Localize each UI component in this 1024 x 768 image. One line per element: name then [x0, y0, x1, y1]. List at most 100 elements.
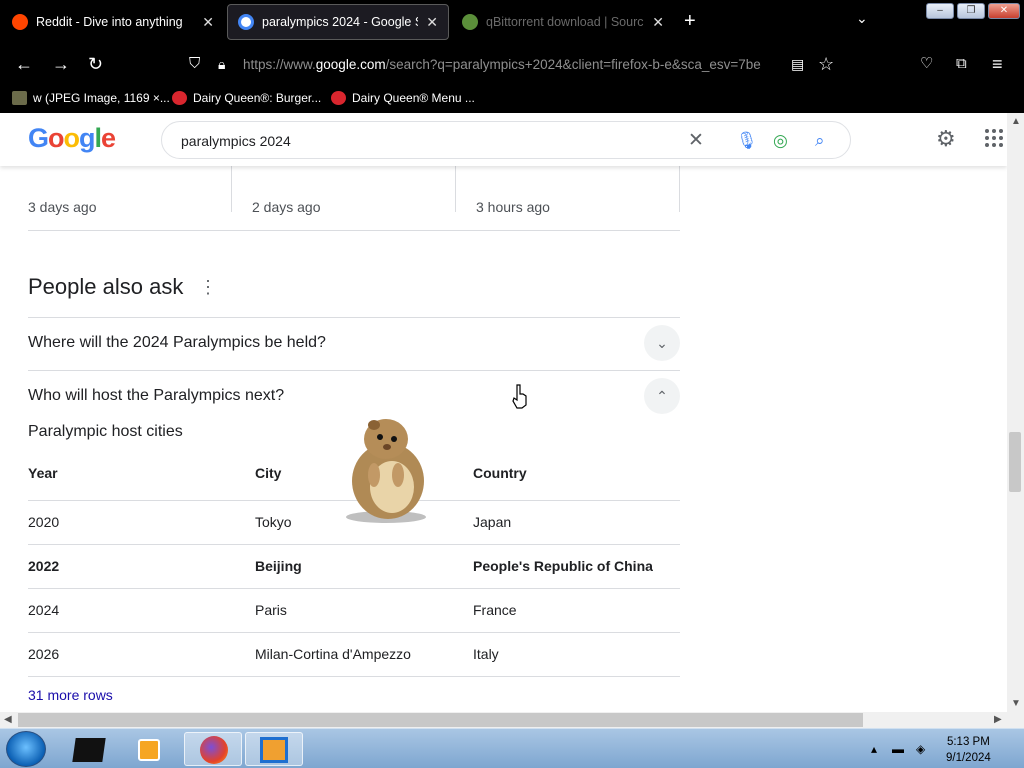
close-tab-icon[interactable]: ✕ [426, 14, 438, 31]
taskbar-app[interactable] [120, 732, 178, 766]
scroll-down-icon[interactable]: ▼ [1011, 698, 1021, 709]
tab-strip: Reddit - Dive into anything ✕ paralympic… [0, 0, 1024, 44]
cell-city: Paris [255, 602, 287, 618]
table-header-year: Year [28, 465, 58, 481]
url-path: /search?q=paralympics+2024&client=firefo… [385, 57, 761, 72]
paa-question[interactable]: Who will host the Paralympics next? [28, 387, 284, 405]
dairy-queen-icon [172, 91, 187, 105]
close-tab-icon[interactable]: ✕ [652, 14, 664, 31]
settings-gear-icon[interactable]: ⚙ [936, 126, 956, 152]
taskbar-app[interactable] [60, 732, 118, 766]
table-header-city: City [255, 465, 282, 481]
hand-cursor-icon [512, 384, 527, 409]
scroll-left-icon[interactable]: ◀ [4, 714, 12, 725]
paa-question[interactable]: Where will the 2024 Paralympics be held? [28, 334, 326, 352]
tab-reddit[interactable]: Reddit - Dive into anything ✕ [2, 4, 224, 40]
cell-country: Japan [473, 514, 512, 530]
logo-letter: o [63, 123, 80, 153]
menu-icon[interactable]: ≡ [992, 54, 1003, 74]
dairy-queen-icon [331, 91, 346, 105]
more-options-icon[interactable]: ⋮ [199, 277, 217, 298]
google-header: Google paralympics 2024 ✕ 🎙︎ ◎ ⌕ ⚙ [0, 113, 1007, 166]
logo-letter: o [48, 123, 64, 153]
show-hidden-icons-icon[interactable]: ▴ [871, 742, 877, 756]
cell-year: 2026 [28, 646, 60, 662]
bookmark-item[interactable]: Dairy Queen®: Burger... [172, 91, 321, 105]
scroll-right-icon[interactable]: ▶ [994, 714, 1002, 725]
terminal-app-icon [72, 738, 106, 762]
taskbar-app-firefox[interactable] [184, 732, 242, 766]
network-icon[interactable]: ◈ [916, 742, 925, 756]
divider [28, 588, 680, 589]
vertical-scroll-thumb[interactable] [1009, 432, 1021, 492]
logo-letter: e [101, 123, 116, 153]
divider [455, 166, 456, 212]
tab-title: qBittorrent download | SourceForge.net [486, 15, 644, 29]
window-app-icon [260, 737, 288, 763]
news-timestamp: 3 days ago [28, 199, 97, 215]
cell-year: 2022 [28, 558, 60, 574]
voice-search-icon[interactable]: 🎙︎ [736, 131, 758, 151]
google-logo[interactable]: Google [28, 123, 116, 154]
google-apps-icon[interactable] [985, 129, 1003, 147]
cell-country: Italy [473, 646, 499, 662]
start-button-icon[interactable] [6, 731, 46, 767]
chevron-up-icon[interactable]: ⌃ [644, 378, 680, 414]
lens-search-icon[interactable]: ◎ [773, 131, 788, 151]
display-icon[interactable]: ▬ [892, 742, 904, 756]
cell-year: 2024 [28, 602, 60, 618]
cell-city: Beijing [255, 558, 302, 574]
restore-icon[interactable]: ❐ [957, 3, 985, 19]
clear-search-icon[interactable]: ✕ [688, 131, 704, 151]
address-bar[interactable]: https://www.google.com/search?q=paralymp… [243, 57, 781, 72]
system-clock[interactable]: 5:13 PM 9/1/2024 [946, 734, 991, 766]
lock-icon[interactable]: 🔒︎ [218, 54, 225, 74]
search-input[interactable]: paralympics 2024 [181, 133, 291, 149]
divider [231, 166, 232, 212]
vertical-scrollbar[interactable] [1007, 113, 1024, 712]
search-box[interactable]: paralympics 2024 ✕ 🎙︎ ◎ ⌕ [161, 121, 851, 159]
horizontal-scroll-thumb[interactable] [18, 713, 863, 727]
logo-letter: g [79, 123, 95, 153]
bookmark-item[interactable]: w (JPEG Image, 1169 ×... [12, 91, 170, 105]
extensions-icon[interactable]: ⧉ [956, 54, 967, 74]
forward-icon[interactable]: → [52, 54, 70, 74]
logo-letter: G [28, 123, 49, 153]
cell-city: Milan-Cortina d'Ampezzo [255, 646, 411, 662]
bookmark-star-icon[interactable]: ☆ [818, 54, 834, 74]
new-tab-icon[interactable]: + [684, 10, 696, 33]
cell-country: France [473, 602, 517, 618]
bookmark-item[interactable]: Dairy Queen® Menu ... [331, 91, 475, 105]
tab-google-search[interactable]: paralympics 2024 - Google Search ✕ [227, 4, 449, 40]
taskbar-app[interactable] [245, 732, 303, 766]
pocket-icon[interactable]: ♡ [920, 54, 933, 74]
tab-sourceforge[interactable]: qBittorrent download | SourceForge.net ✕ [452, 4, 674, 40]
media-player-icon [138, 739, 160, 761]
minimize-icon[interactable]: – [926, 3, 954, 19]
back-icon[interactable]: ← [15, 54, 33, 74]
tracking-protection-icon[interactable]: ⛉ [189, 54, 200, 74]
search-icon[interactable]: ⌕ [815, 131, 825, 151]
chevron-down-icon[interactable]: ⌄ [644, 325, 680, 361]
reload-icon[interactable]: ↻ [88, 54, 103, 74]
tab-title: Reddit - Dive into anything [36, 15, 183, 29]
divider [28, 370, 680, 371]
url-domain: google.com [315, 57, 386, 72]
firefox-icon [200, 736, 228, 764]
reader-view-icon[interactable]: ▤ [791, 54, 804, 74]
bookmark-label: w (JPEG Image, 1169 ×... [33, 91, 170, 105]
bookmark-label: Dairy Queen® Menu ... [352, 91, 475, 105]
close-window-icon[interactable]: ✕ [988, 3, 1020, 19]
divider [28, 676, 680, 677]
divider [28, 230, 680, 231]
url-prefix: https://www. [243, 57, 316, 72]
news-timestamp: 2 days ago [252, 199, 321, 215]
close-tab-icon[interactable]: ✕ [202, 14, 214, 31]
google-results-page: Google paralympics 2024 ✕ 🎙︎ ◎ ⌕ ⚙ 3 day… [0, 113, 1007, 712]
scroll-up-icon[interactable]: ▲ [1011, 116, 1021, 127]
list-all-tabs-icon[interactable]: ⌄ [856, 10, 868, 27]
navigation-toolbar: ← → ↻ ⛉ 🔒︎ https://www.google.com/search… [0, 44, 1024, 86]
hamster-desktop-pet[interactable] [338, 415, 434, 525]
clock-time: 5:13 PM [946, 736, 990, 748]
more-rows-link[interactable]: 31 more rows [28, 687, 113, 703]
